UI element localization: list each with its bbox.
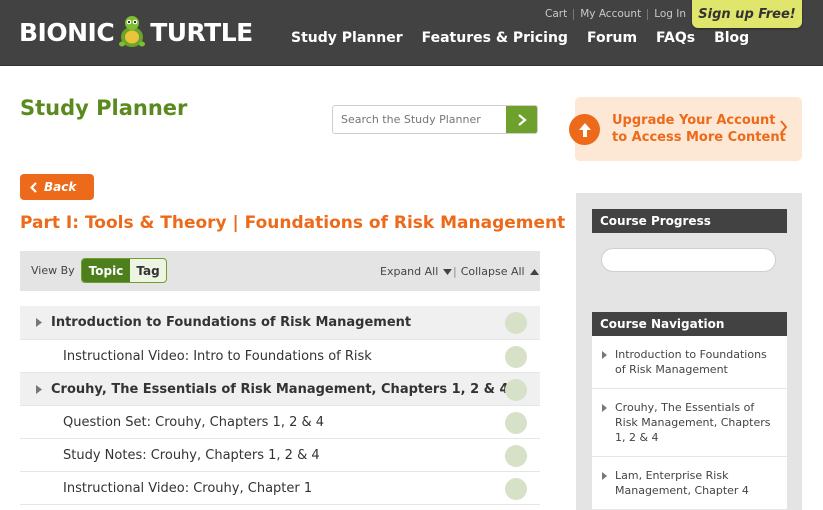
topic-list: Introduction to Foundations of Risk Mana… [20, 306, 540, 505]
back-label: Back [44, 180, 77, 194]
nav-study-planner[interactable]: Study Planner [291, 30, 403, 46]
nav-blog[interactable]: Blog [714, 30, 749, 46]
progress-status-icon [505, 478, 527, 500]
search-submit-button[interactable] [506, 106, 537, 133]
list-item[interactable]: Instructional Video: Crouhy, Chapter 1 [20, 472, 540, 505]
upgrade-text: Upgrade Your Account to Access More Cont… [612, 112, 786, 146]
course-nav-item[interactable]: Lam, Enterprise Risk Management, Chapter… [592, 457, 787, 510]
course-navigation-heading: Course Navigation [592, 312, 787, 336]
course-nav-item-label: Introduction to Foundations of Risk Mana… [615, 348, 767, 376]
chevron-right-icon [779, 119, 788, 138]
list-item[interactable]: Study Notes: Crouhy, Chapters 1, 2 & 4 [20, 439, 540, 472]
list-item[interactable]: Question Set: Crouhy, Chapters 1, 2 & 4 [20, 406, 540, 439]
site-header: BIONIC TURTLE Cart My Account Log In Sig… [0, 0, 823, 66]
collapse-all-button[interactable]: | Collapse All [453, 265, 539, 278]
nav-faqs[interactable]: FAQs [656, 30, 695, 46]
upgrade-account-banner[interactable]: Upgrade Your Account to Access More Cont… [569, 97, 802, 161]
cart-link[interactable]: Cart [545, 8, 573, 20]
progress-status-icon [505, 445, 527, 467]
list-item-label: Study Notes: Crouhy, Chapters 1, 2 & 4 [63, 447, 320, 463]
caret-right-icon [602, 404, 607, 412]
caret-right-icon [36, 385, 42, 394]
my-account-link[interactable]: My Account [574, 8, 647, 20]
view-toggle: Topic Tag [81, 258, 167, 283]
main-nav: Study Planner Features & Pricing Forum F… [291, 30, 768, 46]
logo-text-left: BIONIC [19, 17, 115, 47]
view-toolbar: View By Topic Tag Expand All | Collapse … [20, 251, 540, 291]
list-item-label: Instructional Video: Crouhy, Chapter 1 [63, 480, 313, 496]
course-nav-item-label: Lam, Enterprise Risk Management, Chapter… [615, 469, 749, 497]
course-nav-item[interactable]: Crouhy, The Essentials of Risk Managemen… [592, 389, 787, 457]
page-title: Study Planner [20, 96, 188, 120]
sidebar: Course Progress Course Navigation Introd… [576, 193, 802, 510]
progress-status-icon [505, 346, 527, 368]
arrow-up-icon [569, 114, 600, 145]
caret-down-icon [443, 268, 453, 275]
expand-all-button[interactable]: Expand All [380, 265, 453, 278]
progress-status-icon [505, 312, 527, 334]
chevron-right-icon [517, 113, 527, 126]
bionic-turtle-logo[interactable]: BIONIC TURTLE [19, 14, 253, 50]
upgrade-line-2: to Access More Content [612, 130, 786, 145]
caret-right-icon [36, 318, 42, 327]
view-tag-button[interactable]: Tag [130, 259, 166, 282]
course-progress-bar [601, 248, 776, 272]
list-item-label: Introduction to Foundations of Risk Mana… [51, 315, 412, 330]
section-title: Part I: Tools & Theory | Foundations of … [20, 213, 566, 233]
turtle-mascot-icon [116, 14, 148, 50]
collapse-all-label: Collapse All [460, 265, 525, 278]
back-button[interactable]: Back [20, 174, 94, 200]
list-item-label: Crouhy, The Essentials of Risk Managemen… [51, 381, 509, 397]
caret-up-icon [529, 268, 539, 275]
nav-forum[interactable]: Forum [587, 30, 637, 46]
list-item-label: Question Set: Crouhy, Chapters 1, 2 & 4 [63, 414, 325, 430]
chevron-left-icon [30, 181, 37, 193]
sign-up-button[interactable]: Sign up Free! [692, 0, 802, 28]
caret-right-icon [602, 472, 607, 480]
nav-features-pricing[interactable]: Features & Pricing [422, 30, 568, 46]
course-progress-heading: Course Progress [592, 209, 787, 233]
view-by-label: View By [31, 264, 75, 277]
search-input[interactable] [333, 106, 506, 133]
search-box [332, 105, 538, 134]
log-in-link[interactable]: Log In [648, 8, 692, 20]
caret-right-icon [602, 351, 607, 359]
course-nav-item-label: Crouhy, The Essentials of Risk Managemen… [615, 401, 771, 444]
progress-status-icon [505, 379, 527, 401]
list-item[interactable]: Introduction to Foundations of Risk Mana… [20, 306, 540, 340]
list-item[interactable]: Instructional Video: Intro to Foundation… [20, 340, 540, 373]
course-navigation-list: Introduction to Foundations of Risk Mana… [592, 336, 787, 510]
list-item-label: Instructional Video: Intro to Foundation… [63, 348, 372, 364]
list-item[interactable]: Crouhy, The Essentials of Risk Managemen… [20, 373, 540, 406]
upgrade-line-1: Upgrade Your Account [612, 113, 776, 128]
utility-links: Cart My Account Log In [545, 8, 692, 20]
expand-all-label: Expand All [380, 265, 439, 278]
divider: | [453, 265, 457, 278]
course-nav-item[interactable]: Introduction to Foundations of Risk Mana… [592, 336, 787, 389]
view-topic-button[interactable]: Topic [82, 259, 130, 282]
progress-status-icon [505, 412, 527, 434]
logo-text-right: TURTLE [150, 17, 253, 47]
